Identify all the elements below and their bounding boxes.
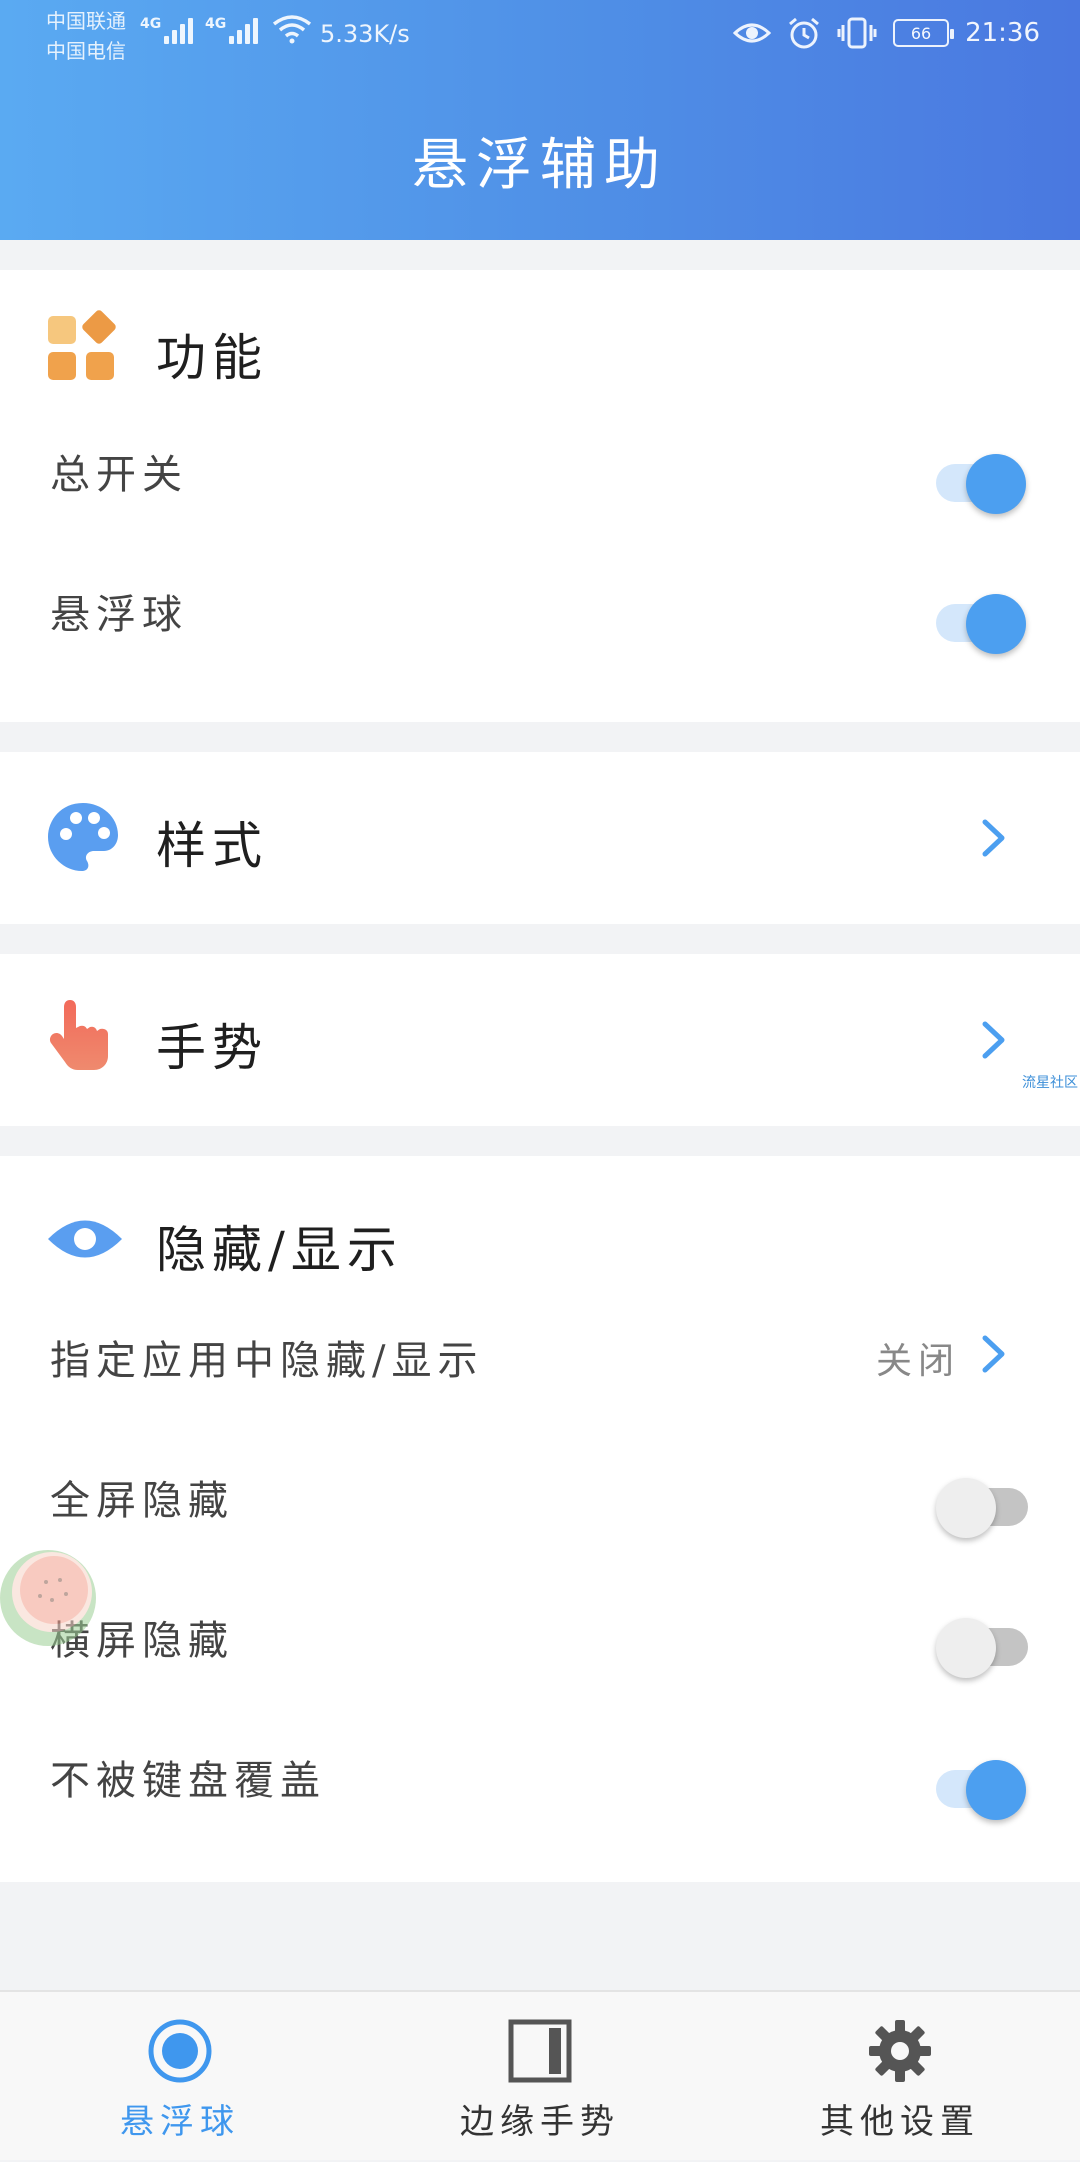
keyboard-cover-row[interactable]: 不被键盘覆盖 <box>0 1718 1080 1848</box>
signal-indicators: 4G 4G <box>140 14 312 44</box>
fullscreen-hide-row[interactable]: 全屏隐藏 <box>0 1438 1080 1568</box>
status-bar: 中国联通 中国电信 4G 4G 5.33K/s 66 21:36 <box>0 0 1080 78</box>
network-type-1: 4G <box>140 16 162 32</box>
battery-level: 66 <box>910 23 932 43</box>
nav-other-settings[interactable]: 其他设置 <box>720 1992 1080 2162</box>
status-right: 66 21:36 <box>733 16 1040 50</box>
hide-show-section: 隐藏/显示 指定应用中隐藏/显示 关闭 全屏隐藏 横屏隐藏 不被键盘覆盖 <box>0 1156 1080 1882</box>
app-header: 中国联通 中国电信 4G 4G 5.33K/s 66 21:36 悬浮辅助 <box>0 0 1080 240</box>
floating-ball-icon <box>148 2019 212 2083</box>
watermark-text: 流星社区 <box>1022 1075 1078 1091</box>
nav-edge-gesture[interactable]: 边缘手势 <box>360 1992 720 2162</box>
floating-ball-watermelon-icon[interactable] <box>0 1540 106 1650</box>
signal-1-icon: 4G <box>140 16 193 44</box>
floating-ball-label: 悬浮球 <box>50 592 188 638</box>
function-section: 功能 总开关 悬浮球 <box>0 270 1080 722</box>
battery-icon: 66 <box>893 19 955 47</box>
nav-other-settings-label: 其他设置 <box>820 2102 980 2142</box>
wifi-icon <box>272 15 312 44</box>
pointing-hand-icon <box>49 1000 108 1070</box>
nav-floating-ball[interactable]: 悬浮球 <box>0 1992 360 2162</box>
palette-icon <box>48 803 118 871</box>
hide-show-title: 隐藏/显示 <box>156 1221 403 1279</box>
master-switch-toggle[interactable] <box>926 444 1026 514</box>
nav-edge-gesture-label: 边缘手势 <box>460 2102 620 2142</box>
carrier-names: 中国联通 中国电信 <box>46 6 126 66</box>
chevron-right-icon <box>982 819 1005 857</box>
style-section[interactable]: 样式 <box>0 752 1080 924</box>
app-specific-value: 关闭 <box>875 1341 960 1382</box>
gesture-section[interactable]: 手势 <box>0 954 1080 1126</box>
function-title: 功能 <box>156 329 268 387</box>
network-speed: 5.33K/s <box>320 20 410 48</box>
carrier-1: 中国联通 <box>46 9 126 33</box>
fullscreen-hide-label: 全屏隐藏 <box>50 1478 234 1524</box>
keyboard-cover-toggle[interactable] <box>926 1750 1026 1820</box>
fullscreen-hide-toggle[interactable] <box>936 1468 1036 1538</box>
network-type-2: 4G <box>205 16 227 32</box>
master-switch-label: 总开关 <box>50 452 188 498</box>
nav-floating-ball-label: 悬浮球 <box>120 2102 240 2142</box>
eye-icon <box>733 23 772 43</box>
eye-icon <box>48 1220 122 1258</box>
gear-icon <box>869 2020 931 2082</box>
app-specific-row[interactable]: 指定应用中隐藏/显示 关闭 <box>0 1298 1080 1428</box>
landscape-hide-toggle[interactable] <box>936 1608 1036 1678</box>
apps-grid-icon <box>48 310 116 380</box>
page-title: 悬浮辅助 <box>412 133 668 198</box>
app-specific-label: 指定应用中隐藏/显示 <box>50 1338 484 1384</box>
bottom-nav: 悬浮球 边缘手势 其他设置 <box>0 1990 1080 2160</box>
carrier-2: 中国电信 <box>46 39 126 63</box>
edge-panel-icon <box>508 2019 572 2083</box>
signal-2-icon: 4G <box>205 16 258 44</box>
vibrate-icon <box>837 17 877 49</box>
floating-ball-toggle[interactable] <box>926 584 1026 654</box>
chevron-right-icon <box>982 1021 1005 1059</box>
clock: 21:36 <box>965 18 1040 48</box>
gesture-title: 手势 <box>156 1019 268 1077</box>
master-switch-row[interactable]: 总开关 <box>0 412 1080 542</box>
keyboard-cover-label: 不被键盘覆盖 <box>50 1758 326 1804</box>
landscape-hide-row[interactable]: 横屏隐藏 <box>0 1578 1080 1708</box>
alarm-icon <box>789 17 820 49</box>
floating-ball-row[interactable]: 悬浮球 <box>0 552 1080 682</box>
chevron-right-icon <box>982 1335 1005 1373</box>
style-title: 样式 <box>156 817 268 875</box>
